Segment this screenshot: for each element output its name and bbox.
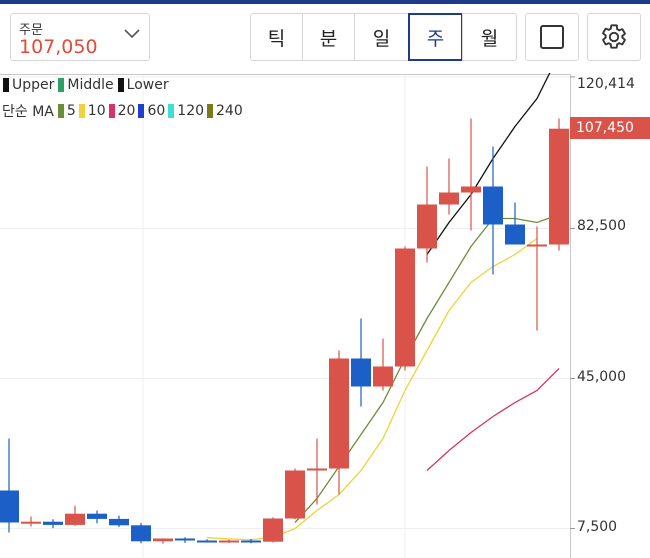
order-price-dropdown[interactable]: 주문 107,050	[10, 13, 150, 61]
candle	[461, 118, 481, 231]
candle	[197, 539, 217, 543]
candle-body	[109, 518, 129, 526]
legend-ma20: 20	[117, 103, 136, 119]
candle-body	[505, 224, 525, 245]
candle-body	[439, 192, 459, 205]
legend-swatch-ma20	[108, 104, 115, 118]
ma20-line	[426, 368, 560, 471]
candle	[373, 338, 393, 391]
candle	[549, 118, 569, 251]
candle-body	[461, 186, 481, 193]
square-icon	[540, 25, 564, 49]
tab-minute[interactable]: 분	[302, 13, 355, 61]
candle-body	[329, 358, 349, 469]
band-legend: Upper Middle Lower	[2, 77, 169, 93]
tab-week[interactable]: 주	[408, 13, 463, 61]
candle	[439, 158, 459, 215]
candle	[263, 517, 283, 543]
candle	[527, 226, 547, 331]
candle-body	[285, 470, 305, 519]
candle-body	[549, 128, 569, 245]
legend-upper: Upper	[12, 77, 55, 93]
legend-ma-title: 단순 MA	[2, 104, 54, 120]
candle-body	[0, 490, 19, 523]
ma10-line	[206, 237, 538, 541]
top-accent-line	[0, 0, 650, 4]
candle-body	[373, 366, 393, 387]
price-tick-label: 120,414	[577, 76, 635, 92]
candle	[285, 468, 305, 520]
candle	[65, 505, 85, 526]
candle-body	[527, 244, 547, 247]
candle	[483, 146, 503, 275]
candle-body	[263, 518, 283, 542]
legend-ma60: 60	[147, 103, 166, 119]
candle-body	[43, 521, 63, 525]
legend-ma10: 10	[87, 103, 106, 119]
legend-ma120: 120	[177, 103, 205, 119]
legend-middle: Middle	[67, 77, 114, 93]
candle	[417, 166, 437, 263]
candle	[21, 516, 41, 527]
candle-body	[131, 525, 151, 542]
legend-swatch-ma120	[168, 104, 175, 118]
candle-body	[241, 540, 261, 543]
moving-average-lines	[206, 73, 560, 541]
price-tick-label: 45,000	[577, 369, 626, 385]
candle	[87, 510, 107, 524]
candle	[0, 438, 19, 533]
price-tick-label: 7,500	[577, 519, 618, 535]
legend-ma5: 5	[66, 103, 76, 119]
candle	[219, 539, 239, 543]
settings-button[interactable]	[587, 13, 641, 61]
legend-swatch-ma5	[57, 104, 64, 118]
legend-swatch-ma240	[207, 104, 214, 118]
legend-swatch-middle	[58, 78, 65, 92]
legend-swatch-upper	[3, 78, 9, 92]
candle-body	[483, 186, 503, 225]
order-price: 107,050	[19, 36, 98, 58]
candle-body	[417, 204, 437, 249]
candle-body	[307, 468, 327, 471]
candle-body	[197, 540, 217, 543]
candle-body	[153, 538, 173, 542]
candle	[329, 350, 349, 495]
candle	[109, 515, 129, 527]
gear-icon	[602, 24, 626, 49]
tab-month[interactable]: 월	[462, 13, 517, 61]
legend-lower: Lower	[126, 77, 169, 93]
candle-body	[21, 521, 41, 524]
candle	[175, 537, 195, 543]
candle-body	[87, 513, 107, 519]
price-tick-label: 82,500	[577, 218, 626, 234]
tab-day[interactable]: 일	[354, 13, 409, 61]
candle-body	[219, 540, 239, 543]
ma-legend: 단순 MA 5 10 20 60 120 240	[2, 101, 243, 121]
legend-swatch-ma10	[78, 104, 85, 118]
fullscreen-button[interactable]	[525, 13, 579, 61]
current-price-tag: 107,450	[570, 117, 650, 139]
chevron-down-icon	[124, 29, 140, 39]
candle-body	[395, 248, 415, 367]
candle-body	[351, 358, 371, 387]
legend-ma240: 240	[216, 103, 243, 119]
candles	[0, 118, 569, 544]
tab-tick[interactable]: 틱	[250, 13, 303, 61]
candle	[505, 202, 525, 245]
candle-body	[65, 513, 85, 525]
candle	[131, 522, 151, 544]
candle	[307, 438, 327, 505]
legend-swatch-ma60	[138, 104, 145, 118]
candle	[395, 246, 415, 371]
price-chart[interactable]	[0, 73, 650, 558]
candle	[153, 538, 173, 544]
candle	[43, 519, 63, 529]
legend-swatch-lower	[117, 78, 124, 92]
candle	[351, 318, 371, 407]
candle-body	[175, 538, 195, 541]
